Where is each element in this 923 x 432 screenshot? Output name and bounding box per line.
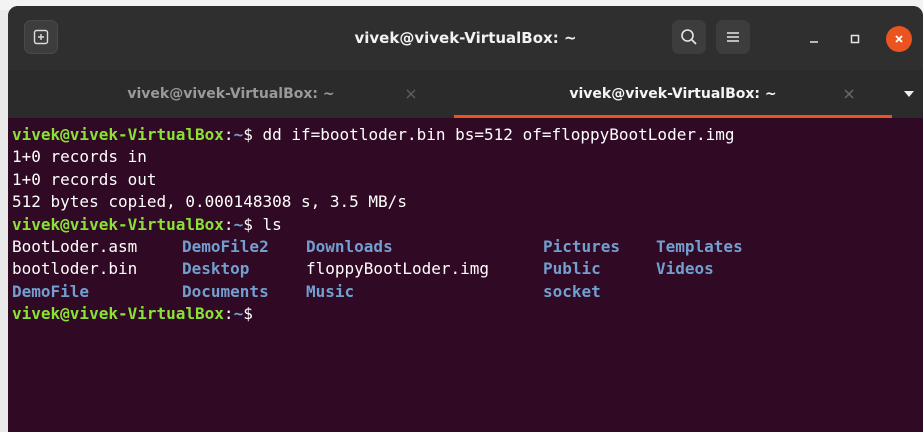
header-bar: vivek@vivek-VirtualBox: ~ xyxy=(8,6,923,70)
minimize-button[interactable] xyxy=(803,28,825,50)
ls-entry: socket xyxy=(543,281,601,301)
prompt-path: ~ xyxy=(233,125,244,144)
output-line: 512 bytes copied, 0.000148308 s, 3.5 MB/… xyxy=(12,192,407,212)
prompt-path: ~ xyxy=(233,304,244,324)
maximize-button[interactable] xyxy=(844,28,866,50)
ls-entry: floppyBootLoder.img xyxy=(306,259,490,279)
command-text: dd if=bootloder.bin bs=512 of=floppyBoot… xyxy=(262,125,735,144)
tab-bar: vivek@vivek-VirtualBox: ~ vivek@vivek-Vi… xyxy=(8,70,923,118)
ls-output-row: bootloder.bin Desktop floppyBootLoder.im… xyxy=(12,258,923,280)
ls-entry: Desktop xyxy=(182,259,250,279)
tab-close-icon[interactable] xyxy=(842,87,856,101)
terminal-window: vivek@vivek-VirtualBox: ~ vivek@vivek-Vi… xyxy=(8,6,923,432)
ls-entry: Music xyxy=(306,281,355,301)
ls-entry: DemoFile2 xyxy=(182,236,269,256)
search-icon xyxy=(681,29,697,45)
tab-close-icon[interactable] xyxy=(404,87,418,101)
prompt-user: vivek@vivek-VirtualBox xyxy=(12,304,224,324)
new-tab-button[interactable] xyxy=(24,20,58,54)
close-icon xyxy=(895,35,903,43)
chevron-down-icon xyxy=(904,91,914,97)
prompt-line: vivek@vivek-VirtualBox:~$ dd if=bootlode… xyxy=(12,125,735,144)
menu-button[interactable] xyxy=(716,20,750,54)
tab-terminal-1[interactable]: vivek@vivek-VirtualBox: ~ xyxy=(8,70,454,118)
prompt-symbol: $ xyxy=(243,214,253,234)
ls-entry: bootloder.bin xyxy=(12,259,138,279)
tab-list-dropdown[interactable] xyxy=(895,70,923,118)
prompt-symbol: $ xyxy=(243,304,253,324)
search-button[interactable] xyxy=(672,20,706,54)
prompt-line: vivek@vivek-VirtualBox:~$ xyxy=(12,304,253,324)
ls-entry: Documents xyxy=(182,281,269,301)
tab-terminal-2[interactable]: vivek@vivek-VirtualBox: ~ xyxy=(454,70,892,118)
command-text: ls xyxy=(262,214,282,234)
prompt-line: vivek@vivek-VirtualBox:~$ ls xyxy=(12,214,282,234)
prompt-user: vivek@vivek-VirtualBox xyxy=(12,125,224,144)
ls-entry: Downloads xyxy=(306,236,393,256)
ls-entry: DemoFile xyxy=(12,281,90,301)
prompt-symbol: $ xyxy=(243,125,253,144)
prompt-user: vivek@vivek-VirtualBox xyxy=(12,214,224,234)
ls-output-row: BootLoder.asm DemoFile2 Downloads Pictur… xyxy=(12,236,923,258)
ls-output-row: DemoFile Documents Music socket xyxy=(12,281,923,303)
window-title: vivek@vivek-VirtualBox: ~ xyxy=(354,29,577,47)
close-window-button[interactable] xyxy=(886,26,912,52)
new-tab-icon xyxy=(33,29,49,45)
output-line: 1+0 records out xyxy=(12,169,157,189)
tab-label: vivek@vivek-VirtualBox: ~ xyxy=(127,86,335,102)
ls-entry: Public xyxy=(543,259,601,279)
ls-entry: Videos xyxy=(656,259,714,279)
maximize-icon xyxy=(850,34,860,44)
tab-label: vivek@vivek-VirtualBox: ~ xyxy=(569,86,777,102)
ls-entry: Templates xyxy=(656,236,743,256)
ls-entry: Pictures xyxy=(543,236,621,256)
minimize-icon xyxy=(810,41,818,43)
ls-entry: BootLoder.asm xyxy=(12,236,138,256)
hamburger-menu-icon xyxy=(727,32,739,42)
prompt-path: ~ xyxy=(233,214,244,234)
terminal-output[interactable]: vivek@vivek-VirtualBox:~$ dd if=bootlode… xyxy=(8,118,923,432)
output-line: 1+0 records in xyxy=(12,147,147,167)
